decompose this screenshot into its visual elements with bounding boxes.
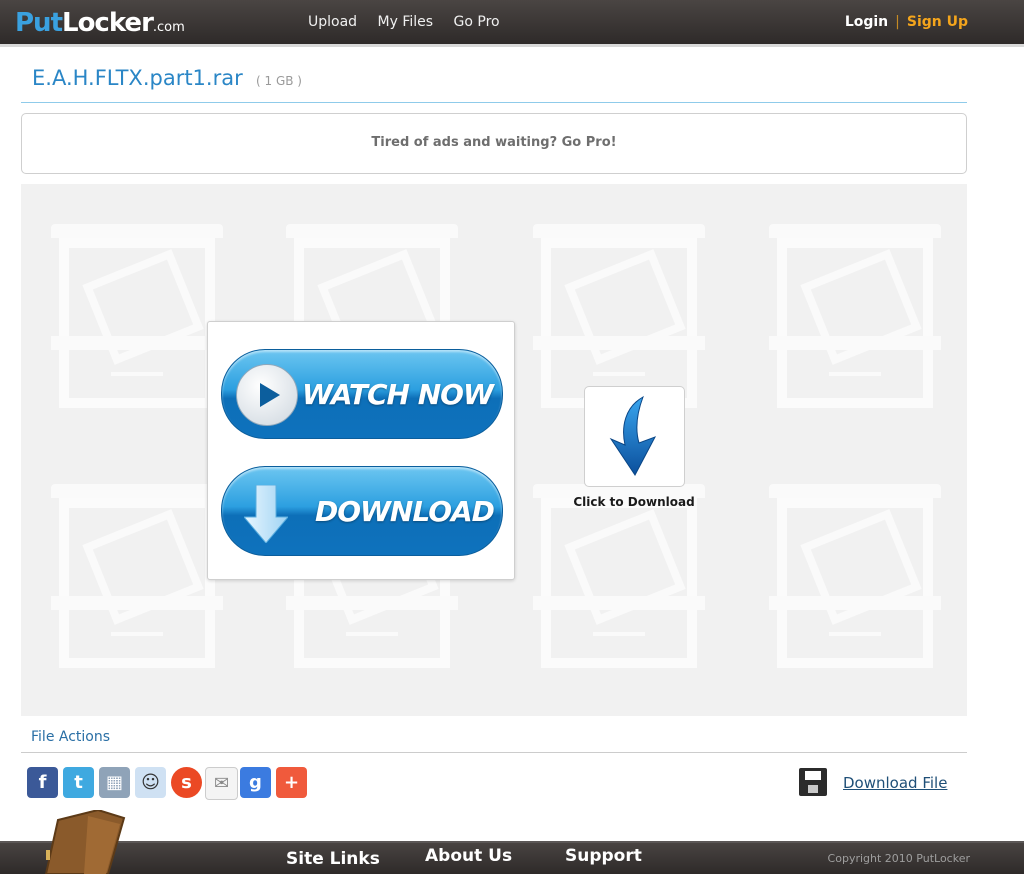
watch-now-button[interactable]: WATCH NOW: [221, 349, 503, 439]
file-size: ( 1 GB ): [256, 74, 302, 88]
file-name: E.A.H.FLTX.part1.rar: [32, 66, 243, 90]
auth-separator: |: [895, 14, 900, 30]
nav-go-pro[interactable]: Go Pro: [454, 14, 500, 30]
stumbleupon-icon[interactable]: s: [171, 767, 202, 798]
main-nav: Upload My Files Go Pro: [308, 14, 516, 30]
twitter-icon[interactable]: t: [63, 767, 94, 798]
footer: Site Links About Us Support Copyright 20…: [0, 841, 1024, 874]
click-to-download-label[interactable]: Click to Download: [569, 495, 699, 509]
putlocker-logo[interactable]: PutLocker.com: [15, 8, 185, 38]
go-pro-text[interactable]: Tired of ads and waiting? Go Pro!: [22, 135, 966, 150]
email-icon[interactable]: ✉: [205, 767, 238, 800]
download-file-link[interactable]: Download File: [843, 774, 947, 792]
background-cabinet-icon: [533, 484, 705, 668]
auth-links: Login | Sign Up: [845, 14, 968, 30]
title-divider: [21, 102, 967, 103]
nav-my-files[interactable]: My Files: [378, 14, 434, 30]
click-to-download-button[interactable]: [584, 386, 685, 487]
footer-support[interactable]: Support: [565, 846, 642, 866]
go-pro-banner[interactable]: Tired of ads and waiting? Go Pro!: [21, 113, 967, 174]
wallet-icon: [44, 810, 126, 874]
action-buttons-panel: WATCH NOW DOWNLOAD: [207, 321, 515, 580]
download-label: DOWNLOAD: [315, 495, 495, 528]
floppy-disk-icon[interactable]: [799, 768, 827, 796]
logo-put: Put: [15, 8, 63, 38]
watch-now-label: WATCH NOW: [302, 378, 494, 411]
download-button[interactable]: DOWNLOAD: [221, 466, 503, 556]
background-cabinet-icon: [769, 224, 941, 408]
download-arrow-icon: [244, 485, 288, 543]
footer-site-links[interactable]: Site Links: [286, 849, 380, 869]
myspace-icon[interactable]: ▦: [99, 767, 130, 798]
signup-link[interactable]: Sign Up: [907, 14, 968, 30]
nav-upload[interactable]: Upload: [308, 14, 357, 30]
file-actions-title: File Actions: [31, 729, 111, 745]
top-navbar: PutLocker.com Upload My Files Go Pro Log…: [0, 0, 1024, 47]
login-link[interactable]: Login: [845, 14, 888, 30]
copyright-text: Copyright 2010 PutLocker: [827, 852, 970, 865]
logo-com: .com: [152, 20, 185, 35]
background-cabinet-icon: [51, 484, 223, 668]
play-icon: [236, 364, 298, 426]
background-cabinet-icon: [769, 484, 941, 668]
file-actions-divider: [21, 752, 967, 753]
curved-download-arrow-icon: [609, 395, 657, 476]
reddit-icon[interactable]: ☺: [135, 767, 166, 798]
addthis-icon[interactable]: +: [276, 767, 307, 798]
footer-about-us[interactable]: About Us: [425, 846, 512, 866]
facebook-icon[interactable]: f: [27, 767, 58, 798]
google-icon[interactable]: g: [240, 767, 271, 798]
background-cabinet-icon: [51, 224, 223, 408]
background-cabinet-icon: [533, 224, 705, 408]
logo-locker: Locker: [62, 8, 154, 38]
